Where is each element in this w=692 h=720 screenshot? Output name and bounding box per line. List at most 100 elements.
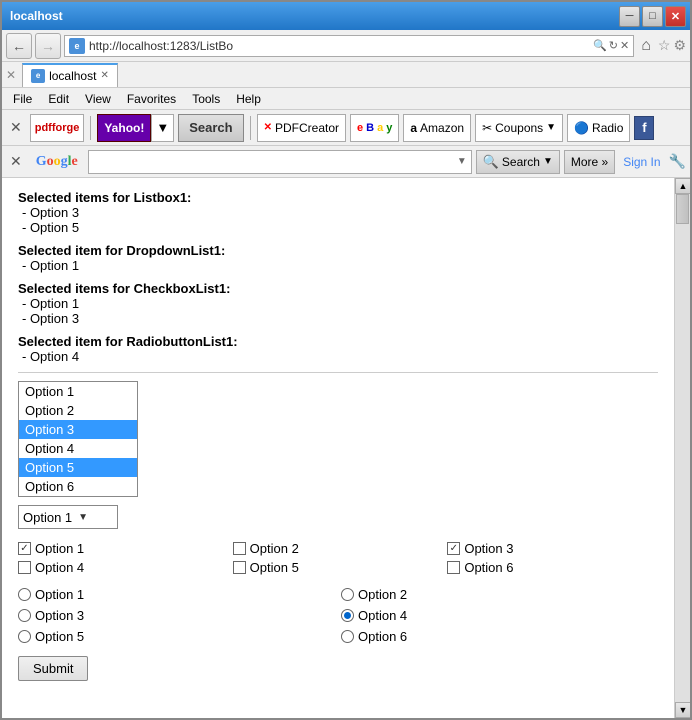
scroll-down-button[interactable]: ▼: [675, 702, 690, 718]
menu-favorites[interactable]: Favorites: [120, 89, 183, 109]
radio-item-3: Option 4: [341, 608, 658, 623]
toolbar-google: ✕ Google ▼ 🔍 Search ▼ More » Sign In 🔧: [2, 146, 690, 178]
yahoo-dropdown[interactable]: ▼: [151, 114, 174, 142]
radio-0[interactable]: [18, 588, 31, 601]
radio-5[interactable]: [341, 630, 354, 643]
pdfforge-logo: pdfforge: [30, 114, 85, 142]
listbox1[interactable]: Option 1Option 2Option 3Option 4Option 5…: [18, 381, 138, 497]
google-search-dropdown-icon[interactable]: ▼: [453, 156, 471, 167]
checkbox-4[interactable]: [233, 561, 246, 574]
checkbox-1[interactable]: [233, 542, 246, 555]
coupons-button[interactable]: ✂ Coupons ▼: [475, 114, 563, 142]
nav-bar: ← → e http://localhost:1283/ListBo 🔍 ↻ ✕…: [2, 30, 690, 62]
radio-4[interactable]: [18, 630, 31, 643]
checkbox-label-3: Option 4: [35, 560, 84, 575]
google-logo: Google: [30, 154, 84, 170]
stop-icon[interactable]: ✕: [620, 39, 629, 52]
home-icon[interactable]: ⌂: [637, 37, 655, 55]
google-search-button[interactable]: 🔍 Search ▼: [476, 150, 560, 174]
browser-window: localhost ─ □ ✕ ← → e http://localhost:1…: [0, 0, 692, 720]
menu-bar: File Edit View Favorites Tools Help: [2, 88, 690, 110]
listbox-item-5[interactable]: Option 6: [19, 477, 137, 496]
google-settings-icon[interactable]: 🔧: [669, 153, 686, 170]
yahoo-search-button[interactable]: Search: [178, 114, 243, 142]
radio-3[interactable]: [341, 609, 354, 622]
menu-file[interactable]: File: [6, 89, 39, 109]
tab-close-button[interactable]: ✕: [100, 70, 108, 81]
listbox-item-2[interactable]: Option 3: [19, 420, 137, 439]
menu-tools[interactable]: Tools: [185, 89, 227, 109]
listbox1-item-1: - Option 5: [18, 220, 658, 235]
pdf-creator-button[interactable]: ✕ PDFCreator: [257, 114, 346, 142]
tab-favicon: e: [31, 69, 45, 83]
checkbox-group: ✓Option 1Option 2✓Option 3Option 4Option…: [18, 541, 658, 575]
forward-button[interactable]: →: [35, 33, 61, 59]
checkbox1-results: Selected items for CheckboxList1: - Opti…: [18, 281, 658, 326]
scrollbar: ▲ ▼: [674, 178, 690, 718]
radio-1[interactable]: [341, 588, 354, 601]
refresh-icon[interactable]: ↻: [609, 39, 618, 52]
minimize-button[interactable]: ─: [619, 6, 640, 27]
google-signin[interactable]: Sign In: [619, 155, 664, 169]
checkbox-label-0: Option 1: [35, 541, 84, 556]
coupons-label: Coupons: [495, 121, 543, 135]
radio-button[interactable]: 🔵 Radio: [567, 114, 630, 142]
dropdown-arrow-icon: ▼: [78, 512, 88, 523]
yahoo-button[interactable]: Yahoo! ▼: [97, 114, 174, 142]
listbox-item-3[interactable]: Option 4: [19, 439, 137, 458]
page-content: Selected items for Listbox1: - Option 3 …: [2, 178, 674, 718]
close-button[interactable]: ✕: [665, 6, 686, 27]
checkbox1-item-1: - Option 3: [18, 311, 658, 326]
amazon-button[interactable]: a Amazon: [403, 114, 471, 142]
menu-view[interactable]: View: [78, 89, 118, 109]
radio-item-5: Option 6: [341, 629, 658, 644]
address-text[interactable]: http://localhost:1283/ListBo: [89, 39, 589, 53]
checkbox-2[interactable]: ✓: [447, 542, 460, 555]
address-icons: 🔍 ↻ ✕: [593, 39, 629, 52]
page-container: Selected items for Listbox1: - Option 3 …: [2, 178, 690, 718]
listbox-item-4[interactable]: Option 5: [19, 458, 137, 477]
checkbox-label-1: Option 2: [250, 541, 299, 556]
scroll-track[interactable]: [675, 194, 690, 702]
ebay-button[interactable]: eBay: [350, 114, 399, 142]
google-search-input[interactable]: [89, 155, 453, 169]
dropdown1-results: Selected item for DropdownList1: - Optio…: [18, 243, 658, 273]
checkbox-5[interactable]: [447, 561, 460, 574]
google-more-button[interactable]: More »: [564, 150, 615, 174]
menu-edit[interactable]: Edit: [41, 89, 76, 109]
scroll-up-button[interactable]: ▲: [675, 178, 690, 194]
scroll-thumb[interactable]: [676, 194, 689, 224]
radio-label-3: Option 4: [358, 608, 407, 623]
radio-label-4: Option 5: [35, 629, 84, 644]
tab-localhost[interactable]: e localhost ✕: [22, 63, 118, 87]
dropdown-select[interactable]: Option 1 ▼: [18, 505, 118, 529]
listbox1-item-0: - Option 3: [18, 205, 658, 220]
radio-group: Option 1Option 2Option 3Option 4Option 5…: [18, 587, 658, 644]
submit-button[interactable]: Submit: [18, 656, 88, 681]
radio-item-1: Option 2: [341, 587, 658, 602]
checkbox-0[interactable]: ✓: [18, 542, 31, 555]
checkbox1-item-0: - Option 1: [18, 296, 658, 311]
star-icon[interactable]: ☆: [658, 37, 671, 54]
google-search-box[interactable]: ▼: [88, 150, 472, 174]
radio-2[interactable]: [18, 609, 31, 622]
toolbar-separator-2: [250, 116, 251, 140]
checkbox-3[interactable]: [18, 561, 31, 574]
gear-icon[interactable]: ⚙: [673, 37, 686, 54]
radio-label-0: Option 1: [35, 587, 84, 602]
listbox-item-0[interactable]: Option 1: [19, 382, 137, 401]
separator: [18, 372, 658, 373]
google-toolbar-close-icon[interactable]: ✕: [6, 153, 26, 170]
listbox-item-1[interactable]: Option 2: [19, 401, 137, 420]
back-button[interactable]: ←: [6, 33, 32, 59]
google-search-label: Search: [502, 155, 540, 169]
menu-help[interactable]: Help: [229, 89, 268, 109]
facebook-button[interactable]: f: [634, 116, 654, 140]
dropdown-value: Option 1: [23, 510, 72, 525]
radio1-item: - Option 4: [18, 349, 658, 364]
checkbox-label-5: Option 6: [464, 560, 513, 575]
tab-bar: ✕ e localhost ✕: [2, 62, 690, 88]
maximize-button[interactable]: □: [642, 6, 663, 27]
tab-close-x[interactable]: ✕: [2, 68, 20, 82]
toolbar-close-icon[interactable]: ✕: [6, 119, 26, 136]
